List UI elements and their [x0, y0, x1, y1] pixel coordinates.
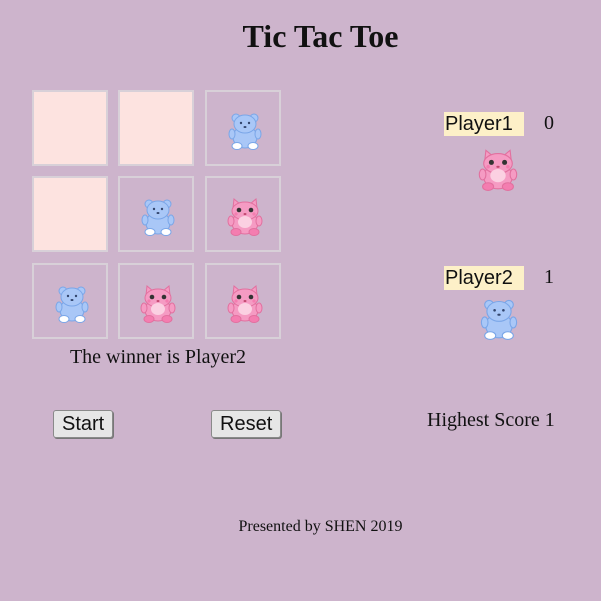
player1-label: Player1 — [444, 112, 524, 136]
board-cell-5[interactable] — [118, 176, 194, 252]
game-status: The winner is Player2 — [69, 346, 247, 368]
pink-bear-icon — [138, 283, 178, 323]
board-cell-8[interactable] — [118, 263, 194, 339]
pink-bear-icon — [225, 283, 265, 323]
blue-bear-icon — [477, 296, 521, 340]
blue-bear-icon — [138, 196, 178, 236]
board-cell-2[interactable] — [118, 90, 194, 166]
player2-label: Player2 — [444, 266, 524, 290]
board-cell-9[interactable] — [205, 263, 281, 339]
footer-credit: Presented by SHEN 2019 — [238, 518, 403, 535]
page-title: Tic Tac Toe — [242, 18, 399, 54]
start-button[interactable]: Start — [53, 410, 114, 438]
game-board — [32, 90, 288, 346]
blue-bear-icon — [225, 110, 265, 150]
pink-bear-icon — [225, 196, 265, 236]
board-cell-6[interactable] — [205, 176, 281, 252]
player1-score: 0 — [544, 112, 554, 134]
board-cell-4[interactable] — [32, 176, 108, 252]
board-cell-1[interactable] — [32, 90, 108, 166]
pink-bear-icon — [476, 147, 520, 191]
player2-score: 1 — [544, 266, 554, 288]
board-cell-7[interactable] — [32, 263, 108, 339]
reset-button[interactable]: Reset — [211, 410, 282, 438]
board-cell-3[interactable] — [205, 90, 281, 166]
blue-bear-icon — [52, 283, 92, 323]
highest-score: Highest Score 1 — [427, 409, 555, 431]
